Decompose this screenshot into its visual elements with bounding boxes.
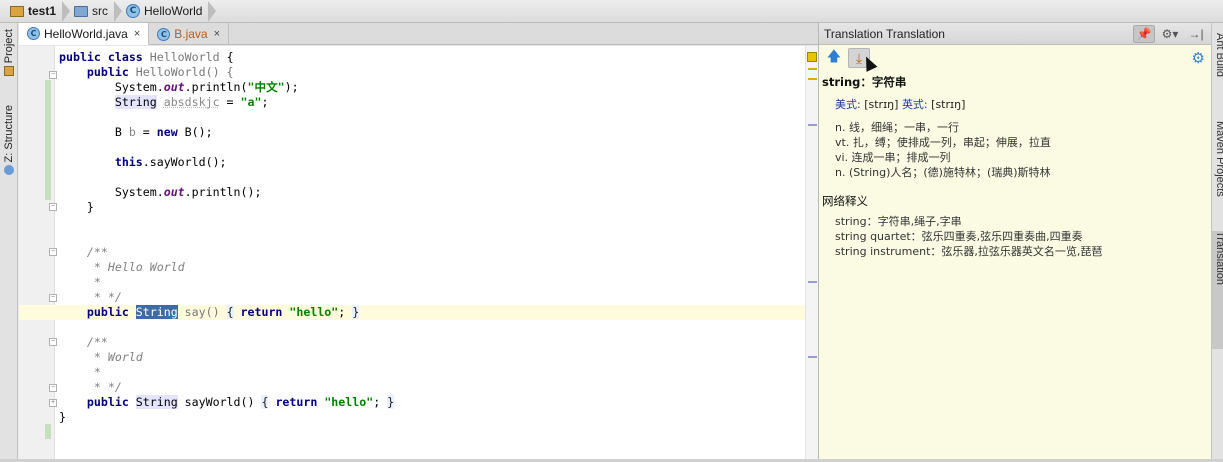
breadcrumb-project[interactable]: test1 xyxy=(6,0,71,22)
translation-word-zh: 字符串 xyxy=(871,75,907,89)
translation-toolbar: 🡅 ⤓ ⚙ xyxy=(819,45,1211,72)
web-definition-item: string instrument：弦乐器,拉弦乐器英文名一览,琵琶 xyxy=(835,245,1103,258)
ant-build-tool-tab[interactable]: Ant Build xyxy=(1212,33,1223,103)
structure-tool-tab[interactable]: Z: Structure xyxy=(0,105,18,176)
usage-marker[interactable] xyxy=(808,281,817,283)
class-icon: C xyxy=(126,4,141,18)
translation-result: string：字符串 美式: [strɪŋ] 英式: [strɪŋ] n. 线，… xyxy=(819,71,1211,262)
maven-projects-label: Maven Projects xyxy=(1214,121,1223,197)
translation-panel: Translation Translation 📌 ⚙▾ →| 🡅 ⤓ ⚙ st… xyxy=(818,23,1211,462)
breadcrumb-project-label: test1 xyxy=(28,4,57,18)
translation-tool-label: Translation xyxy=(1214,231,1223,286)
code-editor[interactable]: − − − − + − − + public class HelloWorld … xyxy=(19,46,820,459)
left-tool-strip: Project Z: Structure xyxy=(0,23,18,462)
project-folder-icon xyxy=(10,5,24,17)
code-line: * Hello World xyxy=(86,260,185,274)
tab-label: B.java xyxy=(174,27,208,41)
code-line: System.out.println("中文"); xyxy=(114,80,299,94)
project-tool-icon xyxy=(4,66,14,77)
selected-text: String xyxy=(135,305,178,319)
code-line: /** xyxy=(86,245,108,259)
maven-projects-tool-tab[interactable]: Maven Projects xyxy=(1212,121,1223,219)
hide-panel-icon[interactable]: →| xyxy=(1185,25,1207,43)
code-text[interactable]: public class HelloWorld { public HelloWo… xyxy=(19,50,818,425)
inspection-status-icon[interactable] xyxy=(807,52,817,62)
phonetics: 美式: [strɪŋ] 英式: [strɪŋ] xyxy=(835,98,966,111)
close-icon[interactable]: × xyxy=(214,28,220,40)
tab-b[interactable]: C B.java × xyxy=(149,23,230,45)
code-line: * xyxy=(86,365,101,379)
translation-tool-tab[interactable]: Translation xyxy=(1212,231,1223,349)
code-line: } xyxy=(86,200,94,214)
web-definition-item: string quartet：弦乐四重奏,弦乐四重奏曲,四重奏 xyxy=(835,230,1083,243)
warning-marker[interactable] xyxy=(808,68,817,70)
gear-icon[interactable]: ⚙▾ xyxy=(1159,25,1181,43)
translation-word-row: string：字符串 xyxy=(822,75,907,89)
code-line: System.out.println(); xyxy=(114,185,262,199)
panel-title: Translation Translation xyxy=(824,26,945,41)
definition-item: n. 线，细绳；一串，一行 xyxy=(835,121,959,134)
translation-panel-header: Translation Translation 📌 ⚙▾ →| xyxy=(819,23,1211,45)
definitions: n. 线，细绳；一串，一行 vt. 扎，缚；使排成一列，串起；伸展，拉直 vi.… xyxy=(835,120,1208,180)
code-line: B b = new B(); xyxy=(114,125,213,139)
code-line: * */ xyxy=(86,290,122,304)
code-line: /** xyxy=(86,335,108,349)
definition-item: vt. 扎，缚；使排成一列，串起；伸展，拉直 xyxy=(835,136,1051,149)
mouse-pointer-icon xyxy=(860,54,878,72)
web-definitions: string：字符串,绳子,字串 string quartet：弦乐四重奏,弦乐… xyxy=(835,214,1208,259)
project-tool-label: Project xyxy=(3,29,15,64)
pin-icon[interactable]: 📌 xyxy=(1133,24,1155,43)
translation-word: string xyxy=(822,75,861,89)
structure-tool-label: Z: Structure xyxy=(3,105,15,163)
definition-item: n. (String)人名；(德)施特林；(瑞典)斯特林 xyxy=(835,166,1051,179)
web-definitions-title: 网络释义 xyxy=(822,194,868,208)
code-line: public HelloWorld() { xyxy=(86,65,234,79)
class-icon: C xyxy=(157,27,171,41)
source-folder-icon xyxy=(74,5,89,17)
right-tool-strip: Ant Build Maven Projects Translation xyxy=(1211,23,1223,462)
project-tool-tab[interactable]: Project xyxy=(0,29,18,77)
usage-marker[interactable] xyxy=(808,124,817,126)
editor-tabs: C HelloWorld.java × C B.java × xyxy=(19,23,818,45)
ant-build-label: Ant Build xyxy=(1214,33,1223,78)
code-line: public class HelloWorld { xyxy=(59,50,234,64)
code-line: public String sayWorld() { return "hello… xyxy=(86,395,395,409)
tab-label: HelloWorld.java xyxy=(44,26,128,41)
code-line: String absdskjc = "a"; xyxy=(114,95,269,109)
code-line: this.sayWorld(); xyxy=(114,155,227,169)
code-line: } xyxy=(59,410,66,424)
tab-helloworld[interactable]: C HelloWorld.java × xyxy=(19,23,150,45)
class-icon: C xyxy=(27,27,40,40)
vcs-change-marker[interactable] xyxy=(45,424,51,439)
breadcrumb-folder[interactable]: src xyxy=(70,0,123,22)
warning-marker[interactable] xyxy=(808,78,817,80)
code-line-current: public String say() { return "hello"; } xyxy=(19,305,818,320)
definition-item: vi. 连成一串；排成一列 xyxy=(835,151,951,164)
arrow-up-icon[interactable]: 🡅 xyxy=(823,48,845,68)
structure-tool-icon xyxy=(4,165,14,176)
error-stripe[interactable] xyxy=(805,46,818,459)
breadcrumb-file-label: HelloWorld xyxy=(144,4,203,18)
usage-marker[interactable] xyxy=(808,356,817,358)
code-line: * World xyxy=(86,350,143,364)
breadcrumb: test1 src C HelloWorld xyxy=(0,0,1223,23)
code-line: * xyxy=(86,275,101,289)
code-line: * */ xyxy=(86,380,122,394)
close-icon[interactable]: × xyxy=(134,28,140,40)
breadcrumb-folder-label: src xyxy=(92,4,109,18)
settings-gear-icon[interactable]: ⚙ xyxy=(1192,49,1205,67)
breadcrumb-file[interactable]: C HelloWorld xyxy=(122,0,217,22)
web-definition-item: string：字符串,绳子,字串 xyxy=(835,215,962,228)
